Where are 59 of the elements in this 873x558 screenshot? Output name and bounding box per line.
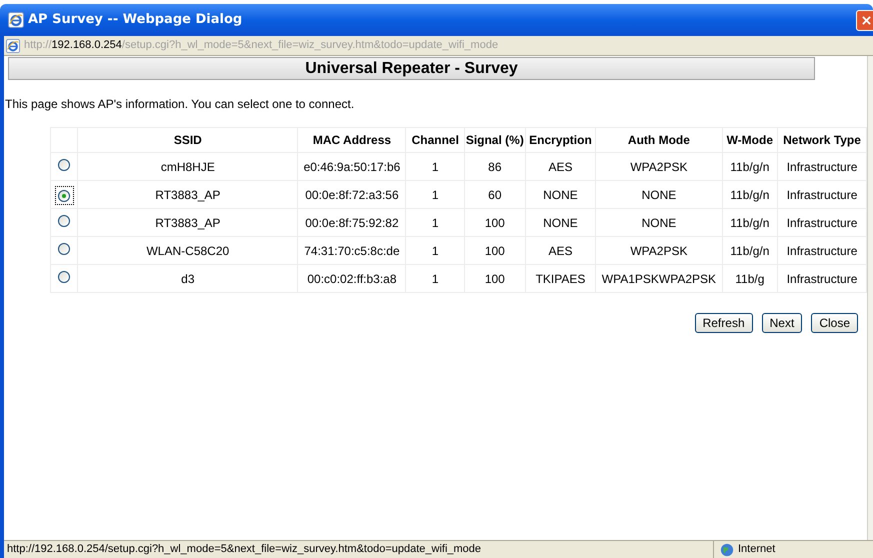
table-cell: WPA2PSK: [596, 152, 722, 180]
table-cell: 00:0e:8f:75:92:82: [298, 208, 406, 236]
close-icon[interactable]: [856, 10, 873, 30]
table-cell: WLAN-C58C20: [78, 236, 298, 264]
status-text: http://192.168.0.254/setup.cgi?h_wl_mode=5&next_file=wiz_survey.htm&todo=update_wifi_mode: [6, 542, 482, 558]
url-host: 192.168.0.254: [52, 38, 122, 54]
column-header: SSID: [78, 128, 298, 152]
table-cell: NONE: [596, 180, 722, 208]
table-cell: 100: [464, 208, 526, 236]
table-cell: 1: [406, 180, 465, 208]
table-cell: 86: [464, 152, 526, 180]
browser-icon: [8, 12, 24, 28]
table-cell: TKIPAES: [525, 264, 596, 292]
radio-button[interactable]: [56, 187, 73, 204]
url-scheme: http://: [24, 38, 52, 54]
window-title: AP Survey -- Webpage Dialog: [28, 11, 242, 30]
intro-text: This page shows AP's information. You can select one to connect.: [5, 96, 356, 113]
table-cell: WPA1PSKWPA2PSK: [596, 264, 722, 292]
zone-label: Internet: [738, 542, 776, 558]
table-cell: 1: [406, 152, 465, 180]
page-heading: Universal Repeater - Survey: [8, 57, 815, 80]
table-cell: 60: [464, 180, 526, 208]
globe-icon: [720, 542, 734, 556]
table-cell: cmH8HJE: [78, 152, 298, 180]
table-cell: 11b/g/n: [722, 208, 778, 236]
table-cell: 11b/g: [722, 264, 778, 292]
table-cell: 00:0e:8f:72:a3:56: [298, 180, 406, 208]
dialog-button[interactable]: Next: [762, 313, 802, 333]
table-cell: WPA2PSK: [596, 236, 722, 264]
table-cell: 1: [406, 208, 465, 236]
url-path: /setup.cgi?h_wl_mode=5&next_file=wiz_survey.htm&todo=update_wifi_mode: [122, 38, 498, 54]
table-cell: NONE: [525, 180, 596, 208]
table-cell: 11b/g/n: [722, 236, 778, 264]
column-header: MAC Address: [298, 128, 406, 152]
dialog-button[interactable]: Refresh: [694, 313, 753, 333]
table-cell: 74:31:70:c5:8c:de: [298, 236, 406, 264]
table-cell: AES: [525, 236, 596, 264]
table-cell: 1: [406, 236, 465, 264]
table-cell: 11b/g/n: [722, 180, 778, 208]
table-cell: 100: [464, 236, 526, 264]
column-header: Auth Mode: [596, 128, 722, 152]
table-cell: d3: [78, 264, 298, 292]
table-cell: AES: [525, 152, 596, 180]
column-header: Channel: [406, 128, 465, 152]
table-cell: e0:46:9a:50:17:b6: [298, 152, 406, 180]
table-cell: NONE: [525, 208, 596, 236]
dialog-button[interactable]: Close: [811, 313, 858, 333]
table-cell: NONE: [596, 208, 722, 236]
table-cell: 1: [406, 264, 465, 292]
table-cell: 100: [464, 264, 526, 292]
column-header: Encryption: [525, 128, 596, 152]
column-header: Network Type: [778, 128, 866, 152]
table-cell: 11b/g/n: [722, 152, 778, 180]
table-cell: RT3883_AP: [78, 208, 298, 236]
table-cell: RT3883_AP: [78, 180, 298, 208]
browser-icon: [6, 38, 20, 52]
table-cell: 00:c0:02:ff:b3:a8: [298, 264, 406, 292]
column-header: Signal (%): [464, 128, 526, 152]
column-header: W-Mode: [722, 128, 778, 152]
